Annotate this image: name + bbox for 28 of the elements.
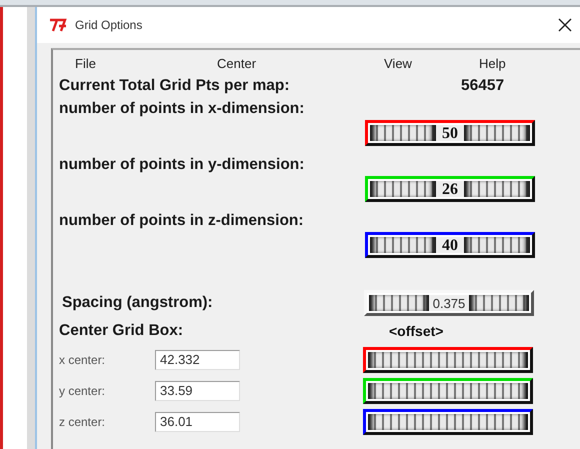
field-label: x center:	[59, 352, 106, 366]
thumbwheel-dial[interactable]: 50	[365, 120, 535, 146]
menu-item[interactable]: Center	[216, 56, 258, 70]
section-label: Center Grid Box:	[59, 322, 184, 339]
menu-item[interactable]: Help	[478, 56, 507, 70]
field-label: number of points in y-dimension:	[59, 156, 304, 174]
input-field[interactable]: 42.332	[155, 350, 240, 370]
field-label: number of points in z-dimension:	[59, 212, 304, 230]
thumbwheel-dial[interactable]: 26	[365, 176, 535, 202]
input-field[interactable]: 36.01	[155, 412, 240, 432]
thumbwheel-dial[interactable]	[363, 408, 533, 434]
total-value: 56457	[461, 77, 504, 95]
input-field[interactable]: 33.59	[155, 380, 240, 400]
thumbwheel-dial[interactable]: 40	[365, 232, 535, 258]
field-label: Current Total Grid Pts per map:	[59, 77, 290, 94]
menu-item[interactable]: View	[383, 56, 413, 70]
field-label: y center:	[59, 384, 106, 398]
field-label: Spacing (angstrom):	[62, 294, 213, 311]
thumbwheel-dial[interactable]	[363, 378, 533, 404]
field-label: number of points in x-dimension:	[59, 100, 304, 118]
menu-item[interactable]: File	[74, 56, 97, 70]
column-label: <offset>	[389, 323, 444, 339]
close-icon[interactable]	[558, 18, 572, 32]
thumbwheel-dial[interactable]: 0.375	[364, 290, 534, 316]
window-title: Grid Options	[75, 18, 144, 32]
thumbwheel-dial[interactable]	[363, 346, 533, 372]
app-logo-icon	[49, 18, 67, 32]
field-label: z center:	[59, 414, 106, 428]
